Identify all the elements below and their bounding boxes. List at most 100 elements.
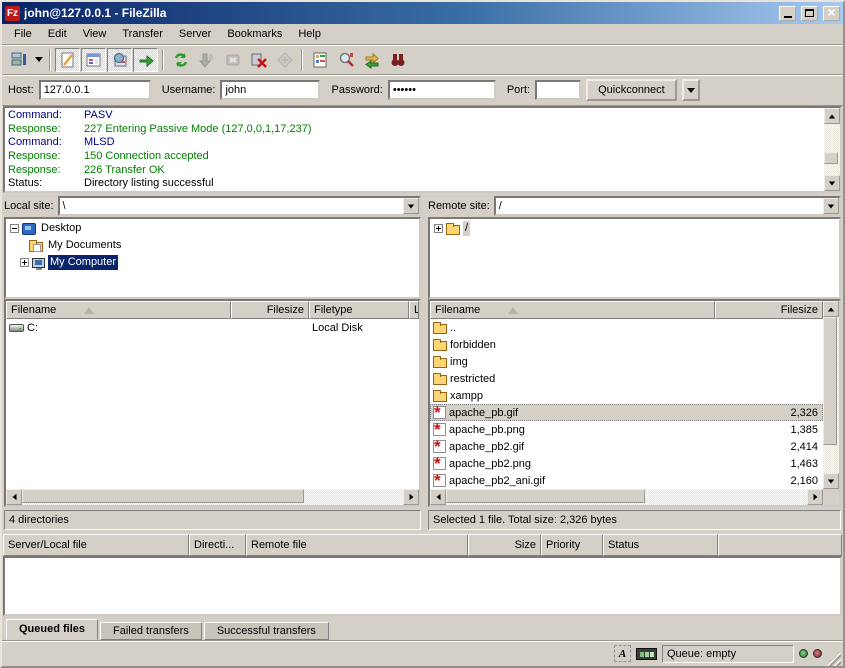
- file-row-c-drive[interactable]: C: Local Disk: [6, 319, 419, 336]
- reconnect-button[interactable]: [272, 48, 297, 72]
- column-header-filename[interactable]: Filename: [6, 301, 231, 319]
- file-row[interactable]: apache_pb.png 1,385: [430, 421, 823, 438]
- remote-horizontal-scrollbar[interactable]: [430, 489, 823, 505]
- file-row[interactable]: apache_pb2.gif 2,414: [430, 438, 823, 455]
- scroll-right-button[interactable]: [403, 489, 419, 505]
- scroll-up-button[interactable]: [824, 108, 840, 124]
- scroll-left-button[interactable]: [430, 489, 446, 505]
- column-header-size[interactable]: Size: [468, 534, 541, 556]
- tree-item-desktop[interactable]: Desktop: [6, 220, 419, 237]
- log-scrollbar[interactable]: [824, 108, 840, 191]
- resize-grip[interactable]: [827, 652, 841, 666]
- menu-file[interactable]: File: [6, 25, 40, 43]
- tree-item-root[interactable]: /: [430, 220, 839, 237]
- remote-site-label: Remote site:: [428, 200, 490, 212]
- username-input[interactable]: [220, 80, 320, 100]
- remote-vertical-scrollbar[interactable]: [823, 301, 839, 489]
- scroll-track[interactable]: [823, 317, 839, 473]
- collapse-icon[interactable]: [10, 224, 19, 233]
- cancel-button[interactable]: [220, 48, 245, 72]
- scroll-down-button[interactable]: [824, 175, 840, 191]
- column-header-filename[interactable]: Filename: [430, 301, 715, 319]
- site-manager-dropdown-button[interactable]: [32, 48, 45, 72]
- local-site-combobox[interactable]: \: [58, 196, 421, 216]
- minimize-button[interactable]: [779, 6, 796, 21]
- scroll-thumb[interactable]: [824, 152, 838, 164]
- speed-limits-icon[interactable]: [636, 648, 657, 660]
- password-input[interactable]: [388, 80, 496, 100]
- file-search-button[interactable]: [333, 48, 358, 72]
- scroll-up-button[interactable]: [823, 301, 839, 317]
- log-line: Command:PASV: [8, 109, 837, 123]
- column-header-filesize[interactable]: Filesize: [715, 301, 823, 319]
- tree-item-my-documents[interactable]: My Documents: [6, 237, 419, 254]
- disconnect-button[interactable]: [246, 48, 271, 72]
- refresh-button[interactable]: [168, 48, 193, 72]
- column-header-direction[interactable]: Directi...: [189, 534, 246, 556]
- toggle-message-log-button[interactable]: [55, 48, 80, 72]
- scroll-right-button[interactable]: [807, 489, 823, 505]
- tab-queued-files[interactable]: Queued files: [6, 619, 98, 640]
- remote-site-combobox[interactable]: /: [494, 196, 841, 216]
- scroll-track[interactable]: [824, 124, 840, 175]
- site-manager-button[interactable]: [6, 48, 31, 72]
- menu-help[interactable]: Help: [290, 25, 329, 43]
- host-input[interactable]: [39, 80, 151, 100]
- close-button[interactable]: [823, 6, 840, 21]
- column-header-last-modified[interactable]: L: [409, 301, 419, 319]
- scroll-down-button[interactable]: [823, 473, 839, 489]
- tab-failed-transfers[interactable]: Failed transfers: [100, 622, 202, 640]
- queue-size-indicator: Queue: empty: [662, 645, 794, 663]
- local-site-dropdown-button[interactable]: [403, 198, 419, 214]
- directory-comparison-button[interactable]: [385, 48, 410, 72]
- transfer-type-ascii-icon[interactable]: A: [614, 645, 631, 662]
- file-row[interactable]: forbidden: [430, 336, 823, 353]
- local-pane: Local site: \ Desktop My Documents: [2, 195, 423, 530]
- scroll-track[interactable]: [22, 489, 403, 505]
- tree-item-my-computer[interactable]: My Computer: [6, 254, 419, 271]
- expand-icon[interactable]: [20, 258, 29, 267]
- quickconnect-dropdown-button[interactable]: [682, 79, 700, 101]
- file-row[interactable]: img: [430, 353, 823, 370]
- menu-view[interactable]: View: [75, 25, 115, 43]
- column-header-priority[interactable]: Priority: [541, 534, 603, 556]
- local-horizontal-scrollbar[interactable]: [6, 489, 419, 505]
- queue-list-body[interactable]: [3, 556, 842, 616]
- scroll-thumb[interactable]: [22, 489, 304, 503]
- desktop-icon: [22, 223, 36, 235]
- folder-icon: [433, 341, 447, 351]
- file-row[interactable]: ..: [430, 319, 823, 336]
- filter-button[interactable]: [307, 48, 332, 72]
- main-panes: Local site: \ Desktop My Documents: [2, 195, 843, 530]
- username-label: Username:: [162, 84, 216, 96]
- file-row[interactable]: apache_pb2.png 1,463: [430, 455, 823, 472]
- menu-edit[interactable]: Edit: [40, 25, 75, 43]
- toggle-local-tree-button[interactable]: [81, 48, 106, 72]
- column-header-filetype[interactable]: Filetype: [309, 301, 409, 319]
- remote-site-dropdown-button[interactable]: [823, 198, 839, 214]
- process-queue-button[interactable]: [194, 48, 219, 72]
- menu-bookmarks[interactable]: Bookmarks: [219, 25, 290, 43]
- quickconnect-button[interactable]: Quickconnect: [586, 79, 677, 101]
- toggle-queue-button[interactable]: [133, 48, 158, 72]
- scroll-left-button[interactable]: [6, 489, 22, 505]
- toggle-remote-tree-button[interactable]: [107, 48, 132, 72]
- file-row-selected[interactable]: apache_pb.gif 2,326: [430, 404, 823, 421]
- menu-transfer[interactable]: Transfer: [114, 25, 171, 43]
- scroll-thumb[interactable]: [446, 489, 645, 503]
- scroll-track[interactable]: [446, 489, 807, 505]
- file-row[interactable]: xampp: [430, 387, 823, 404]
- maximize-button[interactable]: [801, 6, 818, 21]
- file-row[interactable]: restricted: [430, 370, 823, 387]
- column-header-filesize[interactable]: Filesize: [231, 301, 309, 319]
- scroll-thumb[interactable]: [823, 317, 837, 445]
- file-row[interactable]: apache_pb2_ani.gif 2,160: [430, 472, 823, 489]
- tab-successful-transfers[interactable]: Successful transfers: [204, 622, 329, 640]
- synchronized-browsing-button[interactable]: [359, 48, 384, 72]
- column-header-status[interactable]: Status: [603, 534, 718, 556]
- menu-server[interactable]: Server: [171, 25, 219, 43]
- column-header-server-local-file[interactable]: Server/Local file: [3, 534, 189, 556]
- port-input[interactable]: [535, 80, 581, 100]
- expand-icon[interactable]: [434, 224, 443, 233]
- column-header-remote-file[interactable]: Remote file: [246, 534, 468, 556]
